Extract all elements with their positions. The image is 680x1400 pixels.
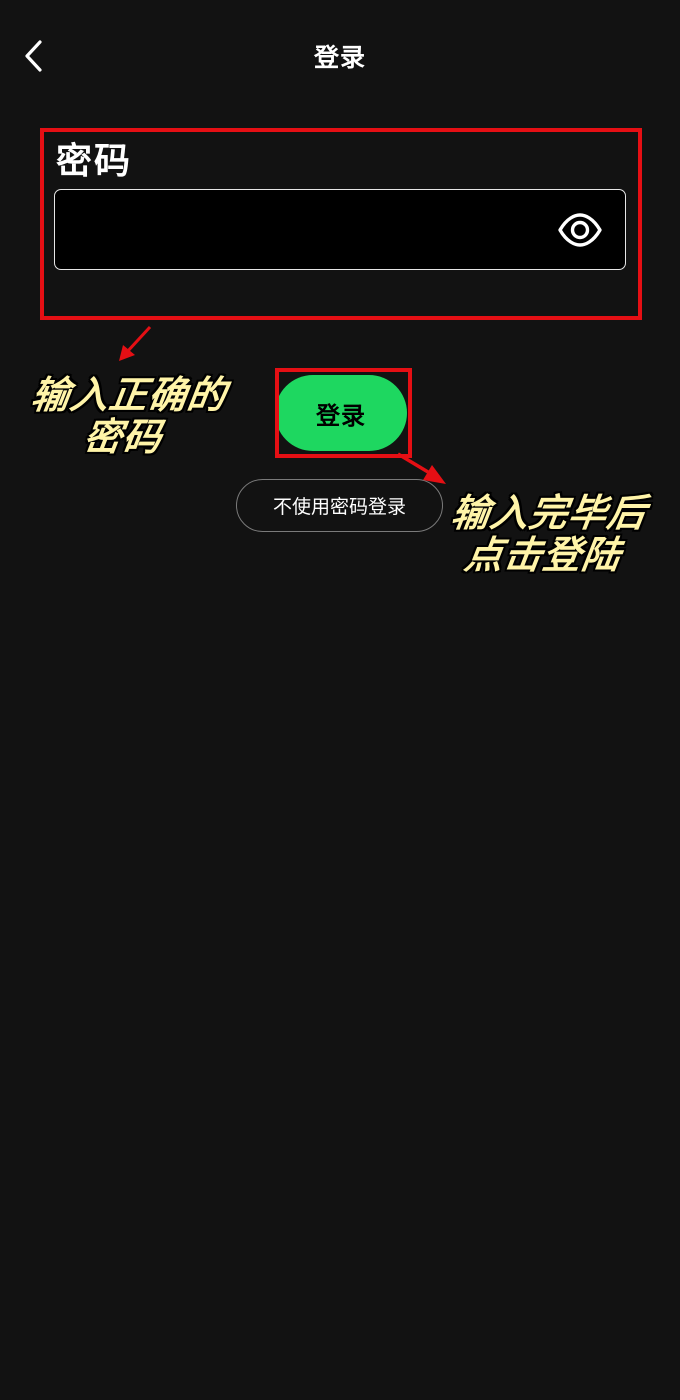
annotation-click-login: 输入完毕后 点击登陆 [430, 491, 662, 577]
arrow-to-password [119, 325, 152, 361]
password-input[interactable] [54, 189, 626, 270]
password-label: 密码 [56, 141, 133, 182]
top-bar: 登录 [0, 0, 680, 110]
annotation-line: 密码 [80, 415, 166, 459]
page-title: 登录 [313, 43, 366, 72]
annotation-enter-password: 输入正确的 密码 [4, 373, 248, 459]
login-without-password-button[interactable]: 不使用密码登录 [236, 479, 443, 532]
annotation-line: 输入完毕后 [448, 491, 650, 535]
login-highlight-box [275, 368, 412, 458]
annotation-line: 输入正确的 [28, 373, 230, 417]
annotation-line: 点击登陆 [461, 533, 625, 577]
show-password-button[interactable] [557, 208, 603, 252]
login-screen: 登录 密码 登录 不使用密码登录 输入正确的 密码 输入完毕后 点击登陆 [0, 0, 680, 1400]
eye-icon [558, 213, 602, 247]
